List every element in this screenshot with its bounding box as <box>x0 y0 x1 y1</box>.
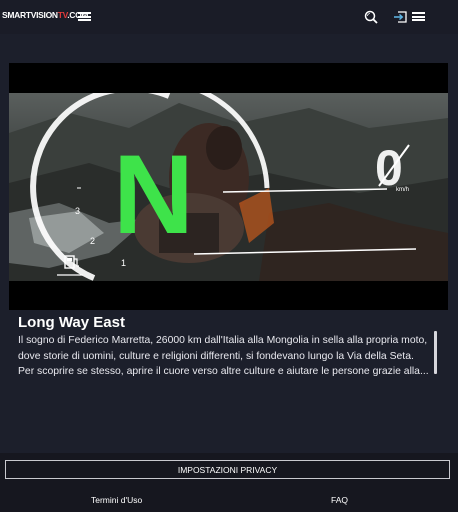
faq-link[interactable]: FAQ <box>331 495 348 505</box>
logo-text: SMARTVISION <box>2 10 58 20</box>
search-icon[interactable] <box>363 9 379 25</box>
hud-speed-unit: km/h <box>396 187 409 193</box>
site-logo[interactable]: SMARTVISIONTV.COM <box>2 10 89 20</box>
menu-icon[interactable] <box>78 12 91 21</box>
hud-gear: N <box>113 132 194 257</box>
hud-tick-1: 1 <box>121 258 126 268</box>
video-player[interactable]: N 0 km/h 3 2 1 <box>9 63 448 310</box>
description-scrollbar[interactable] <box>434 331 437 374</box>
hud-tick-3: 3 <box>75 206 80 216</box>
login-icon[interactable] <box>393 9 409 25</box>
video-frame: N 0 km/h 3 2 1 <box>9 93 448 281</box>
logo-accent: TV <box>57 10 68 20</box>
terms-of-use-link[interactable]: Termini d'Uso <box>91 495 142 505</box>
hud-tick-2: 2 <box>90 236 95 246</box>
video-description: Il sogno di Federico Marretta, 26000 km … <box>18 335 429 377</box>
video-title: Long Way East <box>18 314 125 331</box>
privacy-settings-button[interactable]: IMPOSTAZIONI PRIVACY <box>5 460 450 479</box>
menu-icon[interactable] <box>412 12 425 21</box>
footer: IMPOSTAZIONI PRIVACY Termini d'Uso FAQ <box>0 453 458 512</box>
top-bar: SMARTVISIONTV.COM <box>0 0 458 34</box>
